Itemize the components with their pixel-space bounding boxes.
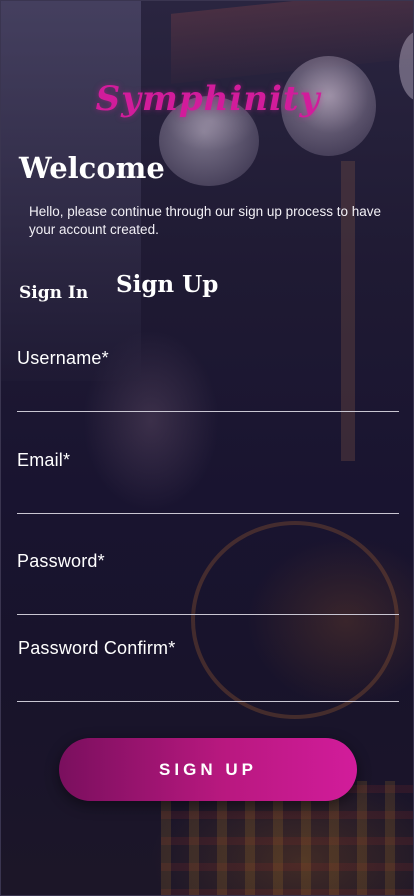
username-field: Username*	[17, 348, 399, 412]
signup-screen: Symphinity Welcome Hello, please continu…	[0, 0, 414, 896]
password-label: Password*	[17, 551, 105, 571]
password-confirm-input[interactable]	[17, 667, 399, 702]
welcome-message: Hello, please continue through our sign …	[29, 204, 381, 237]
background-building	[1, 1, 141, 381]
email-input[interactable]	[17, 479, 399, 514]
email-field: Email*	[17, 450, 399, 514]
page-title: Welcome	[19, 151, 165, 185]
password-field: Password*	[17, 551, 399, 615]
tab-sign-in[interactable]: Sign In	[19, 283, 88, 303]
tab-sign-up[interactable]: Sign Up	[116, 271, 218, 298]
password-input[interactable]	[17, 580, 399, 615]
username-input[interactable]	[17, 377, 399, 412]
app-logo: Symphinity	[95, 79, 321, 119]
email-label: Email*	[17, 450, 71, 470]
password-confirm-label: Password Confirm*	[18, 638, 176, 658]
username-label: Username*	[17, 348, 109, 368]
sign-up-button[interactable]: SIGN UP	[59, 738, 357, 801]
password-confirm-field: Password Confirm*	[17, 638, 399, 702]
